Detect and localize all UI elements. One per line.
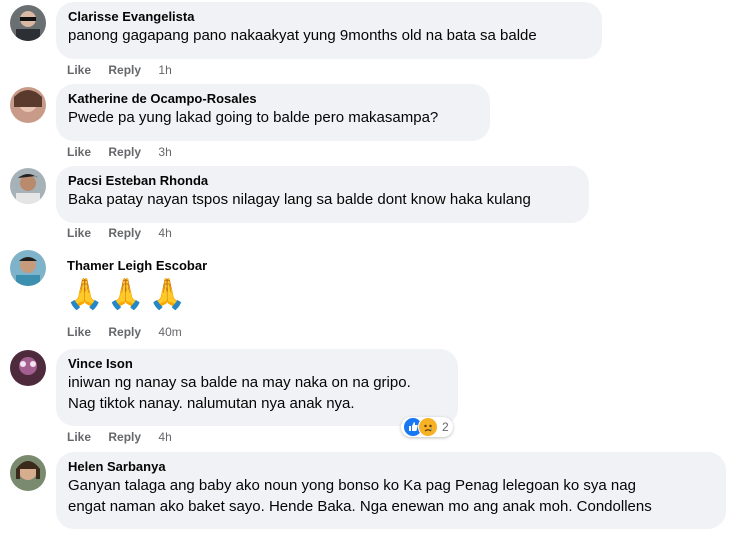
like-button[interactable]: Like [67,145,91,159]
avatar[interactable] [10,168,46,204]
like-button[interactable]: Like [67,430,91,444]
reply-button[interactable]: Reply [108,145,141,159]
sad-reaction-icon [418,417,438,437]
comment-text: Baka patay nayan tspos nilagay lang sa b… [68,191,531,208]
comment-bubble: Clarisse Evangelista panong gagapang pan… [56,2,602,59]
avatar[interactable] [10,350,46,386]
commenter-name[interactable]: Pacsi Esteban Rhonda [68,173,577,189]
commenter-name[interactable]: Clarisse Evangelista [68,9,590,25]
reply-button[interactable]: Reply [108,325,141,339]
like-button[interactable]: Like [67,63,91,77]
comment-actions: Like Reply 3h [67,145,186,159]
avatar[interactable] [10,5,46,41]
comment-actions: Like Reply 40m [67,325,196,339]
comment-bubble: Katherine de Ocampo-Rosales Pwede pa yun… [56,84,490,141]
comment-actions: Like Reply 1h [67,63,186,77]
comment-actions: Like Reply 4h [67,430,186,444]
commenter-name[interactable]: Katherine de Ocampo-Rosales [68,91,478,107]
reaction-summary[interactable]: 2 [401,417,453,437]
comment-bubble: Vince Ison iniwan ng nanay sa balde na m… [56,349,458,426]
like-button[interactable]: Like [67,325,91,339]
like-button[interactable]: Like [67,226,91,240]
reply-button[interactable]: Reply [108,63,141,77]
timestamp[interactable]: 4h [158,226,171,240]
timestamp[interactable]: 1h [158,63,171,77]
timestamp[interactable]: 40m [158,325,181,339]
avatar[interactable] [10,87,46,123]
reaction-count: 2 [442,420,449,434]
commenter-name[interactable]: Thamer Leigh Escobar [67,258,207,274]
comment-bubble: Pacsi Esteban Rhonda Baka patay nayan ts… [56,166,589,223]
comment-text: panong gagapang pano nakaakyat yung 9mon… [68,27,537,44]
commenter-name[interactable]: Helen Sarbanya [68,459,714,475]
comment-text: iniwan ng nanay sa balde na may naka on … [68,374,411,412]
avatar[interactable] [10,250,46,286]
reply-button[interactable]: Reply [108,226,141,240]
timestamp[interactable]: 3h [158,145,171,159]
reply-button[interactable]: Reply [108,430,141,444]
commenter-name[interactable]: Vince Ison [68,356,446,372]
comment-actions: Like Reply 4h [67,226,186,240]
timestamp[interactable]: 4h [158,430,171,444]
comment-text: Ganyan talaga ang baby ako noun yong bon… [68,477,652,515]
comment-text: Pwede pa yung lakad going to balde pero … [68,109,439,126]
comment-bubble: Helen Sarbanya Ganyan talaga ang baby ak… [56,452,726,529]
avatar[interactable] [10,455,46,491]
pray-emoji-row: 🙏🙏🙏 [66,278,191,311]
